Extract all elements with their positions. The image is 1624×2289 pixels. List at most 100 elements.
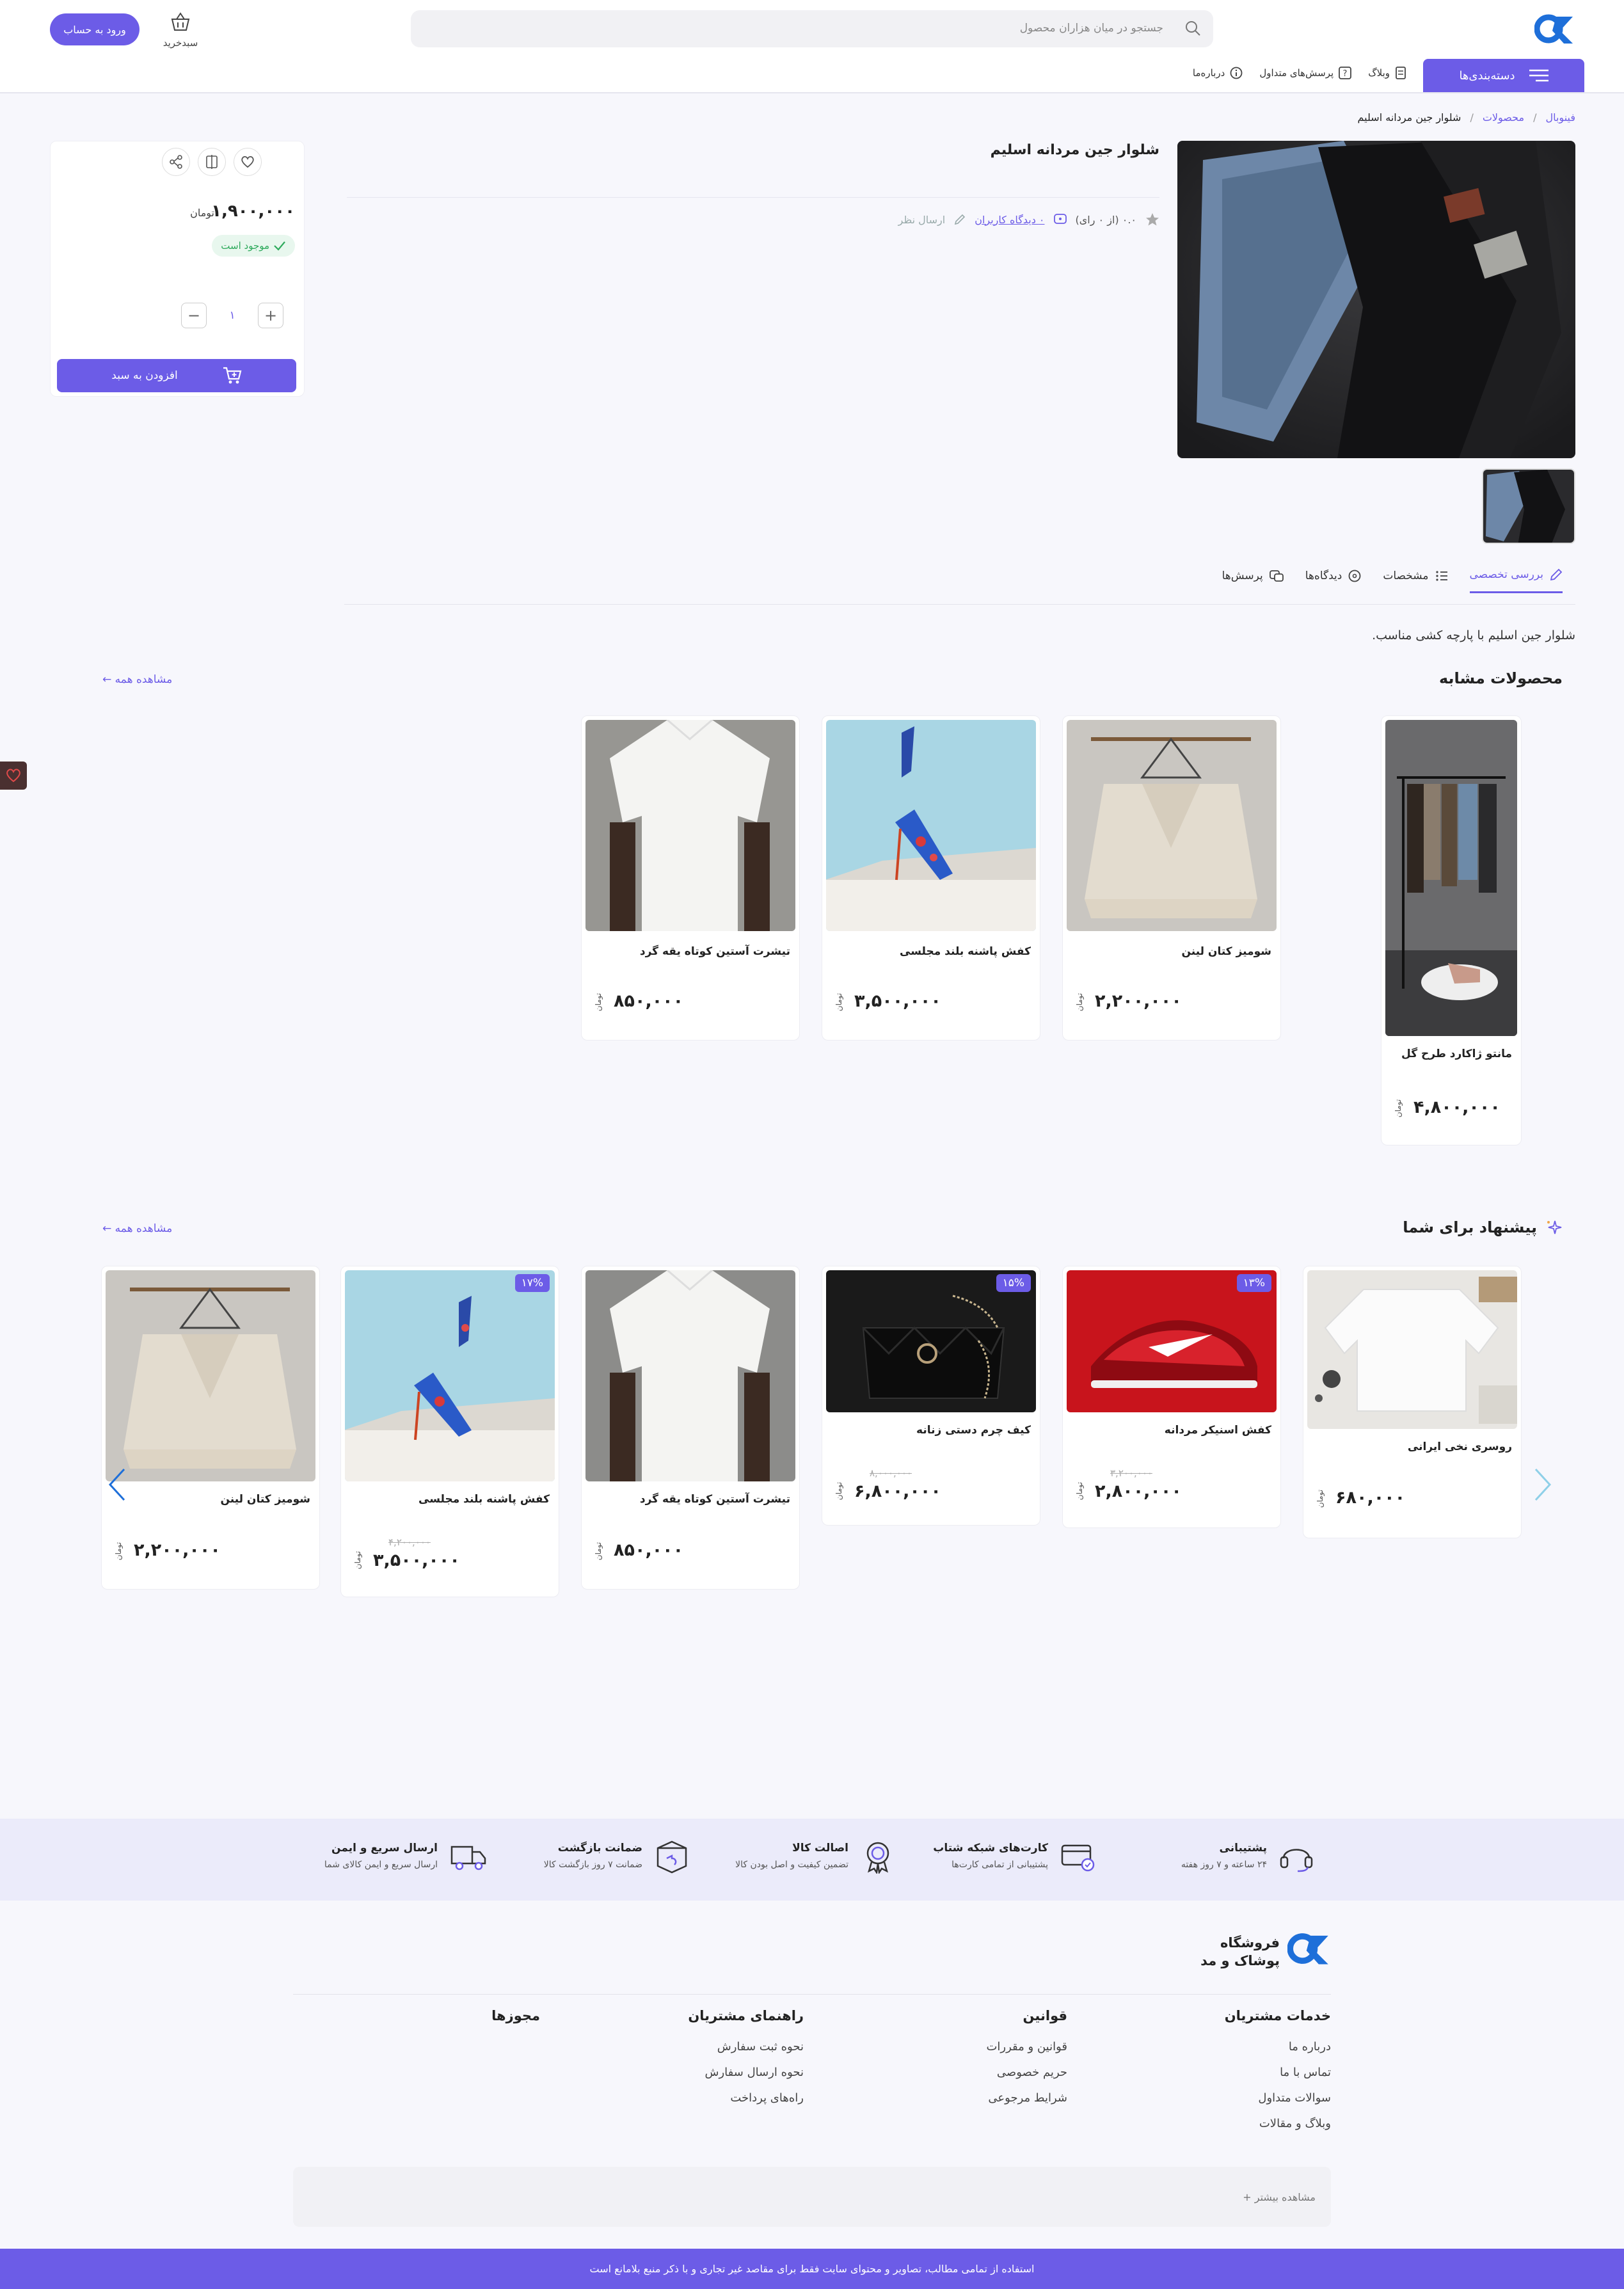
tab-specs[interactable]: مشخصات	[1383, 568, 1447, 593]
categories-label: دسته‌بندی‌ها	[1459, 68, 1515, 83]
footer-link[interactable]: راه‌های پرداخت	[688, 2091, 804, 2105]
product-card[interactable]: ۱۳% کفش اسنیکر مردانه ۳,۲۰۰,۰۰۰ ۲,۸۰۰,۰۰…	[1062, 1266, 1281, 1528]
footer-link[interactable]: درباره ما	[1225, 2040, 1331, 2054]
similar-see-all-link[interactable]: مشاهده همه ←	[102, 673, 172, 686]
search-box[interactable]: جستجو در میان هزاران محصول	[411, 10, 1213, 47]
sparkle-icon	[1545, 1218, 1563, 1236]
footer-more-box: مشاهده بیشتر +	[293, 2167, 1331, 2227]
info-icon	[1230, 67, 1243, 79]
product-card-currency: تومان	[594, 1542, 603, 1561]
product-card-price: ۲,۸۰۰,۰۰۰	[1095, 1481, 1182, 1501]
quantity-value[interactable]: ۱	[229, 309, 235, 322]
product-card[interactable]: تیشرت آستین کوتاه یقه گرد ۸۵۰,۰۰۰ تومان	[581, 1266, 800, 1590]
quantity-increase-button[interactable]: +	[258, 303, 283, 328]
cart-button[interactable]: سبدخرید	[159, 12, 202, 49]
quantity-stepper: + ۱ −	[181, 301, 283, 330]
nav-faq[interactable]: ? پرسش‌های متداول	[1259, 67, 1352, 79]
product-card-price: ۸۵۰,۰۰۰	[614, 991, 684, 1011]
pencil-icon	[954, 214, 966, 225]
compare-button[interactable]	[198, 148, 226, 176]
carousel-prev-button[interactable]	[107, 1467, 127, 1503]
footer-link[interactable]: نحوه ثبت سفارش	[688, 2040, 804, 2054]
footer-link[interactable]: حریم خصوصی	[986, 2066, 1067, 2079]
product-card[interactable]: مانتو ژاکارد طرح گل ۴,۸۰۰,۰۰۰ تومان	[1381, 715, 1522, 1145]
quantity-decrease-button[interactable]: −	[181, 303, 207, 328]
share-button[interactable]	[162, 148, 190, 176]
add-to-cart-label: افزودن به سبد	[111, 369, 178, 382]
product-card-name: شومیز کتان لینن	[220, 1493, 310, 1506]
cart-icon	[223, 367, 242, 385]
carousel-next-button[interactable]	[1533, 1467, 1552, 1503]
product-card-image	[826, 720, 1036, 931]
floating-side-tab[interactable]	[0, 762, 27, 790]
product-card[interactable]: کفش پاشنه بلند مجلسی ۳,۵۰۰,۰۰۰ تومان	[822, 715, 1040, 1041]
product-card-currency: تومان	[1075, 993, 1085, 1012]
product-card-name: مانتو ژاکارد طرح گل	[1401, 1048, 1512, 1060]
feature-cards: کارت‌های شبکه شتاب پشتیبانی از تمامی کارت…	[933, 1838, 1095, 1874]
comment-icon	[1348, 570, 1361, 582]
breadcrumb-products[interactable]: محصولات	[1483, 111, 1524, 124]
suggested-see-all-link[interactable]: مشاهده همه ←	[102, 1222, 172, 1235]
tab-comments-label: دیدگاه‌ها	[1305, 569, 1342, 582]
product-thumbnail[interactable]	[1482, 468, 1575, 544]
product-card-old-price: ۴,۲۰۰,۰۰۰	[388, 1536, 431, 1548]
copyright-text: استفاده از تمامی مطالب، تصاویر و محتوای …	[589, 2263, 1035, 2275]
footer-logo[interactable]	[1287, 1929, 1331, 1968]
product-card-currency: تومان	[834, 993, 844, 1012]
product-card[interactable]: تیشرت آستین کوتاه یقه گرد ۸۵۰,۰۰۰ تومان	[581, 715, 800, 1041]
footer-link[interactable]: قوانین و مقررات	[986, 2040, 1067, 2054]
product-main-image[interactable]	[1177, 141, 1575, 458]
product-card-image	[1307, 1270, 1517, 1429]
wishlist-button[interactable]	[234, 148, 262, 176]
nav-faq-label: پرسش‌های متداول	[1259, 67, 1334, 79]
product-card-currency: تومان	[353, 1551, 363, 1570]
reviews-link[interactable]: ۰ دیدگاه کاربران	[975, 214, 1044, 226]
login-button[interactable]: ورود به حساب	[50, 13, 139, 45]
site-logo[interactable]	[1534, 10, 1575, 47]
tab-questions[interactable]: پرسش‌ها	[1222, 568, 1284, 593]
product-card[interactable]: روسری نخی ایرانی ۶۸۰,۰۰۰ تومان	[1303, 1266, 1522, 1538]
search-placeholder: جستجو در میان هزاران محصول	[1019, 22, 1163, 35]
product-card[interactable]: ۱۷% کفش پاشنه بلند مجلسی ۴,۲۰۰,۰۰۰ ۳,۵۰۰…	[340, 1266, 559, 1597]
breadcrumb: فینوبال / محصولات / شلوار جین مردانه اسل…	[1358, 111, 1575, 124]
nav-about-label: درباره‌ما	[1192, 67, 1225, 79]
nav-blog[interactable]: وبلاگ	[1368, 67, 1406, 79]
share-icon	[169, 155, 183, 169]
footer-column-title: قوانین	[1023, 2008, 1067, 2023]
add-to-cart-button[interactable]: افزودن به سبد	[57, 359, 296, 392]
footer-link[interactable]: تماس با ما	[1225, 2066, 1331, 2079]
footer-store-name: فروشگاه پوشاک و مد	[1200, 1935, 1280, 1968]
discount-badge: ۱۷%	[514, 1274, 550, 1292]
feature-authenticity: اصالت کالا تضمین کیفیت و اصل بودن کالا	[735, 1838, 896, 1874]
footer-link[interactable]: نحوه ارسال سفارش	[688, 2066, 804, 2079]
footer-link[interactable]: وبلاگ و مقالات	[1225, 2117, 1331, 2130]
write-review-link[interactable]: ارسال نظر	[898, 214, 946, 226]
categories-button[interactable]: دسته‌بندی‌ها	[1423, 59, 1584, 92]
top-nav: وبلاگ ? پرسش‌های متداول درباره‌ما	[1193, 67, 1406, 79]
product-card[interactable]: ۱۵% کیف چرم دستی زنانه ۸,۰۰۰,۰۰۰ ۶,۸۰۰,۰…	[822, 1266, 1040, 1526]
feature-title: ارسال سریع و ایمن	[331, 1842, 438, 1854]
footer-link[interactable]: سوالات متداول	[1225, 2091, 1331, 2105]
footer-column-services: خدمات مشتریان درباره ما تماس با ما سوالا…	[1225, 2008, 1331, 2142]
suggested-section-title: پیشنهاد برای شما	[1403, 1218, 1563, 1236]
discount-badge: ۱۵%	[996, 1274, 1031, 1292]
discount-badge: ۱۳%	[1236, 1274, 1271, 1292]
nav-about[interactable]: درباره‌ما	[1193, 67, 1243, 79]
product-card[interactable]: شومیز کتان لینن ۲,۲۰۰,۰۰۰ تومان	[101, 1266, 320, 1590]
breadcrumb-home[interactable]: فینوبال	[1545, 111, 1575, 124]
price-currency: تومان	[190, 207, 214, 219]
tab-comments[interactable]: دیدگاه‌ها	[1305, 568, 1362, 593]
basket-icon	[170, 12, 191, 32]
document-icon	[1395, 67, 1406, 79]
footer-column-guide: راهنمای مشتریان نحوه ثبت سفارش نحوه ارسا…	[688, 2008, 804, 2117]
feature-title: کارت‌های شبکه شتاب	[933, 1842, 1048, 1854]
product-card[interactable]: شومیز کتان لینن ۲,۲۰۰,۰۰۰ تومان	[1062, 715, 1281, 1041]
product-card-price: ۲,۲۰۰,۰۰۰	[1095, 991, 1182, 1011]
footer-more-link[interactable]: مشاهده بیشتر +	[1243, 2191, 1316, 2203]
feature-title: اصالت کالا	[792, 1842, 848, 1854]
footer-link[interactable]: شرایط مرجوعی	[986, 2091, 1067, 2105]
product-card-currency: تومان	[1075, 1481, 1085, 1501]
product-card-price: ۳,۵۰۰,۰۰۰	[854, 991, 941, 1011]
tab-review[interactable]: بررسی تخصصی	[1469, 568, 1563, 593]
product-card-image	[345, 1270, 555, 1481]
